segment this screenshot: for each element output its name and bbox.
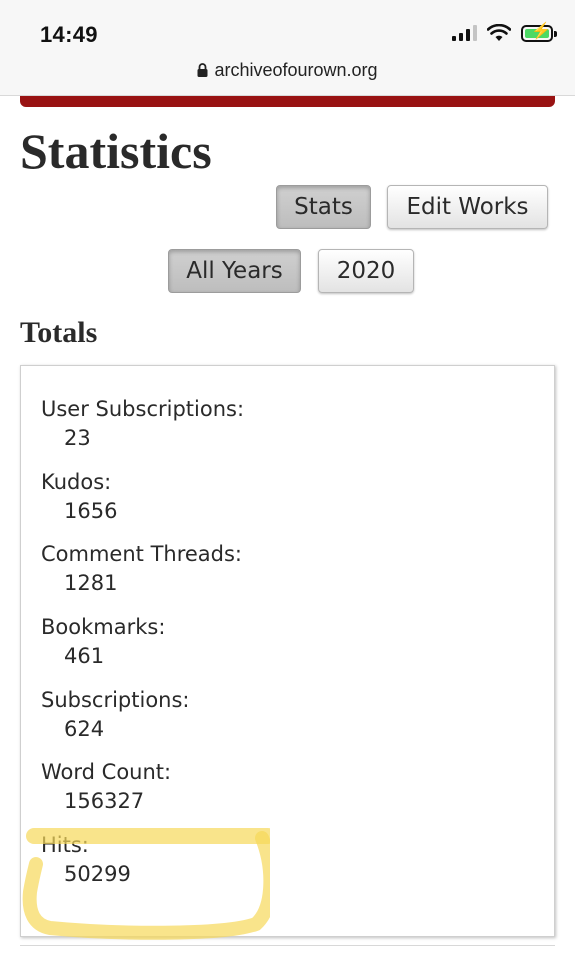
divider [20,945,555,946]
stat-value: 156327 [64,789,145,813]
stat-label: Kudos: [41,470,112,494]
stat-word-count: Word Count: 156327 [41,760,171,818]
stat-kudos: Kudos: 1656 [41,470,117,528]
page-title: Statistics [20,123,212,179]
stat-user-subscriptions: User Subscriptions: 23 [41,397,244,455]
status-time: 14:49 [40,22,98,47]
all-years-button[interactable]: All Years [168,249,301,293]
address-bar[interactable]: archiveofourown.org [0,60,575,81]
browser-chrome: 14:49 ⚡ archiveofourown.org [0,0,575,96]
stat-bookmarks: Bookmarks: 461 [41,615,165,673]
lock-icon [197,63,208,77]
stat-label: Hits: [41,833,89,857]
stat-value: 1656 [64,499,118,523]
stat-value: 23 [64,426,91,450]
cellular-signal-icon [452,25,477,41]
stat-subscriptions: Subscriptions: 624 [41,688,190,746]
site-header-strip [20,96,555,107]
stat-label: User Subscriptions: [41,397,245,421]
totals-box: User Subscriptions: 23 Kudos: 1656 Comme… [20,365,555,937]
stat-comment-threads: Comment Threads: 1281 [41,542,242,600]
battery-charging-icon: ⚡ [521,23,557,42]
wifi-icon [487,24,511,41]
stat-value: 624 [64,717,105,741]
stats-button[interactable]: Stats [276,185,371,229]
stat-label: Subscriptions: [41,688,190,712]
totals-heading: Totals [20,316,98,349]
stat-label: Bookmarks: [41,615,166,639]
stat-label: Word Count: [41,760,172,784]
url-text: archiveofourown.org [214,60,378,80]
stat-label: Comment Threads: [41,542,243,566]
stat-value: 50299 [64,862,131,886]
edit-works-button[interactable]: Edit Works [387,185,548,229]
status-icons: ⚡ [452,23,557,42]
stat-value: 1281 [64,571,118,595]
stat-hits: Hits: 50299 [41,833,131,891]
stat-value: 461 [64,644,105,668]
year-2020-button[interactable]: 2020 [318,249,414,293]
